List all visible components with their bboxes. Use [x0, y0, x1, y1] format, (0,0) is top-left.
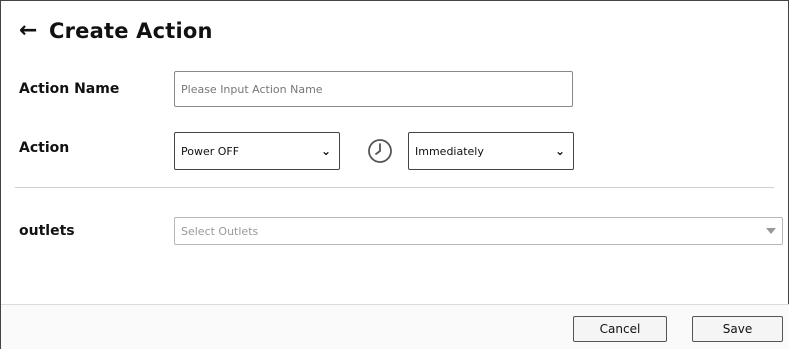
action-name-input[interactable] — [174, 71, 573, 107]
footer-bar — [1, 304, 789, 349]
action-select[interactable]: Power OFF ⌄ — [174, 132, 340, 170]
outlets-placeholder: Select Outlets — [181, 224, 259, 238]
action-name-label: Action Name — [19, 81, 120, 97]
outlets-select[interactable]: Select Outlets — [174, 217, 783, 245]
chevron-down-icon: ⌄ — [554, 144, 565, 158]
clock-icon — [368, 139, 392, 163]
page-header: ← Create Action — [19, 17, 213, 45]
outlets-label: outlets — [19, 223, 75, 239]
action-select-value: Power OFF — [181, 144, 240, 158]
page-title: Create Action — [49, 19, 213, 43]
cancel-button[interactable]: Cancel — [573, 316, 667, 342]
create-action-panel: ← Create Action Action Name Action Power… — [0, 0, 789, 349]
back-arrow-icon[interactable]: ← — [19, 17, 49, 45]
caret-down-icon — [766, 228, 776, 234]
save-button[interactable]: Save — [692, 316, 783, 342]
action-label: Action — [19, 140, 70, 156]
chevron-down-icon: ⌄ — [320, 144, 331, 158]
divider — [15, 187, 774, 188]
timing-select-value: Immediately — [415, 144, 484, 158]
timing-select[interactable]: Immediately ⌄ — [408, 132, 574, 170]
